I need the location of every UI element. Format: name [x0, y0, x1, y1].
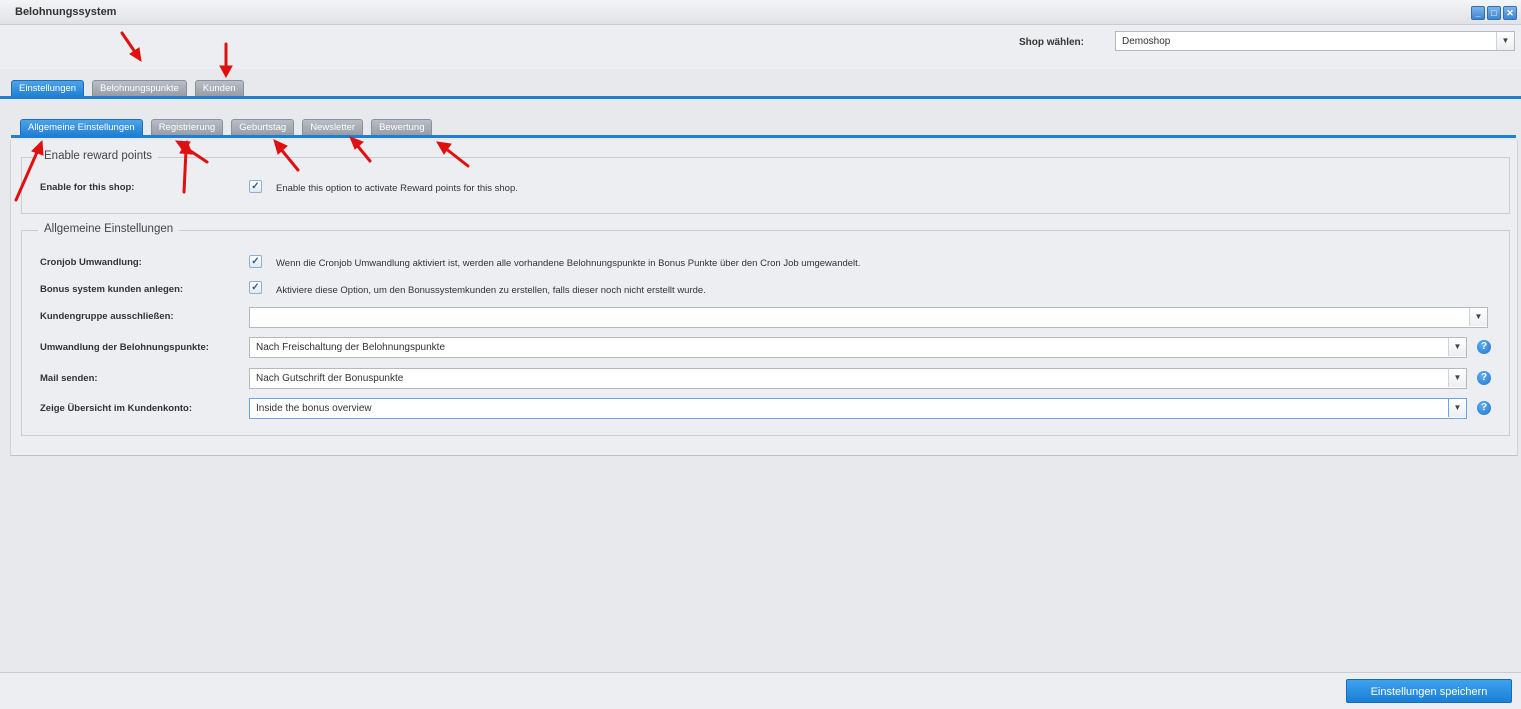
- overview-value: Inside the bonus overview: [256, 403, 372, 414]
- annotation-arrows: [14, 31, 470, 202]
- save-settings-button[interactable]: Einstellungen speichern: [1346, 679, 1512, 703]
- mail-value: Nach Gutschrift der Bonuspunkte: [256, 373, 404, 384]
- conversion-select[interactable]: Nach Freischaltung der Belohnungspunkte …: [249, 337, 1467, 358]
- chevron-down-icon[interactable]: ▼: [1448, 338, 1466, 356]
- conversion-label: Umwandlung der Belohnungspunkte:: [40, 342, 209, 353]
- arrowhead: [219, 65, 233, 79]
- help-icon[interactable]: ?: [1477, 371, 1491, 385]
- general-legend: Allgemeine Einstellungen: [38, 223, 180, 235]
- conversion-value: Nach Freischaltung der Belohnungspunkte: [256, 342, 446, 353]
- bonus-customer-checkbox[interactable]: ✓: [249, 281, 262, 294]
- arrowhead: [129, 47, 142, 63]
- mail-select[interactable]: Nach Gutschrift der Bonuspunkte ▼: [249, 368, 1467, 389]
- help-icon[interactable]: ?: [1477, 340, 1491, 354]
- arrow-allgemeine-tab: [14, 148, 40, 202]
- arrowhead: [349, 136, 364, 150]
- checkmark-icon: ✓: [251, 256, 260, 267]
- overview-select[interactable]: Inside the bonus overview ▼: [249, 398, 1467, 419]
- cron-checkbox[interactable]: ✓: [249, 255, 262, 268]
- cron-label: Cronjob Umwandlung:: [40, 257, 142, 268]
- mail-label: Mail senden:: [40, 373, 98, 384]
- checkmark-icon: ✓: [251, 282, 260, 293]
- bonus-customer-label: Bonus system kunden anlegen:: [40, 284, 184, 295]
- arrow-geburtstag-tab: [278, 146, 300, 172]
- cron-description: Wenn die Cronjob Umwandlung aktiviert is…: [276, 258, 861, 269]
- overview-label: Zeige Übersicht im Kundenkonto:: [40, 403, 193, 414]
- arrow-bewertung-tab: [443, 146, 470, 168]
- exclude-group-label: Kundengruppe ausschließen:: [40, 311, 174, 322]
- chevron-down-icon[interactable]: ▼: [1448, 369, 1466, 387]
- chevron-down-icon[interactable]: ▼: [1469, 308, 1487, 326]
- exclude-group-select[interactable]: ▼: [249, 307, 1488, 328]
- chevron-down-icon[interactable]: ▼: [1448, 399, 1466, 417]
- arrow-registrierung-tab-1: [182, 148, 188, 194]
- arrowhead: [31, 139, 44, 156]
- bonus-customer-description: Aktiviere diese Option, um den Bonussyst…: [276, 285, 706, 296]
- help-icon[interactable]: ?: [1477, 401, 1491, 415]
- footer-toolbar: Einstellungen speichern: [0, 672, 1521, 709]
- fieldset-general-settings: Allgemeine Einstellungen Cronjob Umwandl…: [21, 223, 1510, 436]
